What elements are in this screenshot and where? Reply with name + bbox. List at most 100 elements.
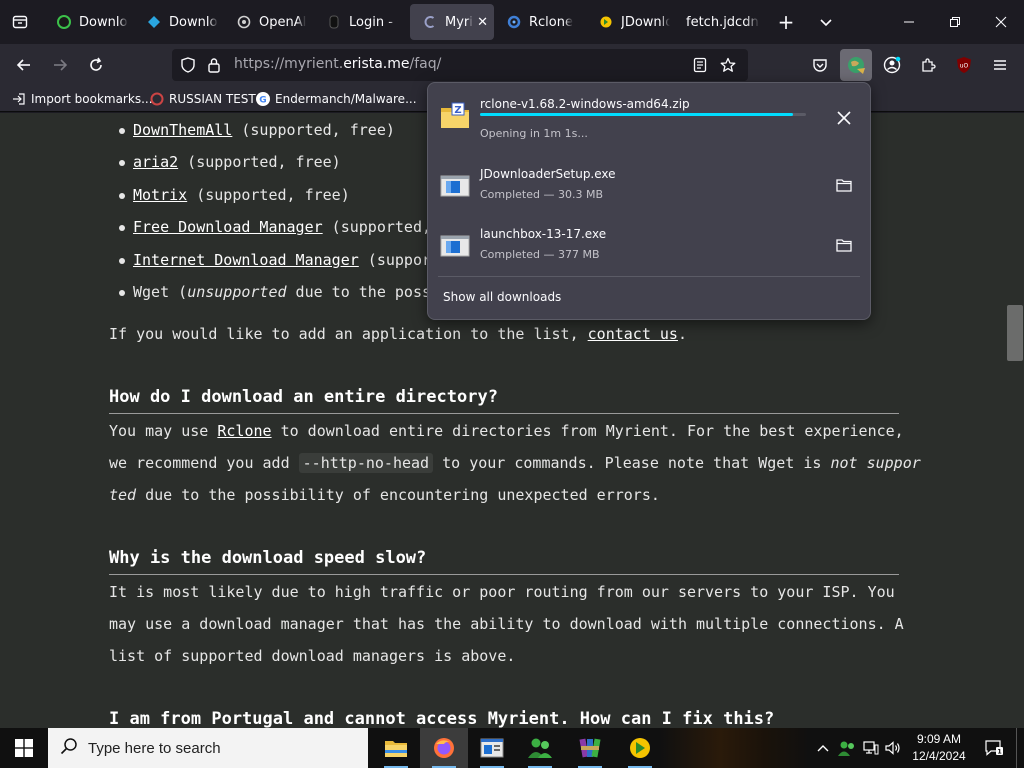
taskbar-app-window[interactable]: [468, 728, 516, 768]
scrollbar-thumb[interactable]: [1007, 305, 1023, 361]
panel-separator: [438, 276, 860, 277]
account-button[interactable]: [876, 49, 908, 81]
list-item-text: (supported, free): [232, 121, 395, 139]
back-button[interactable]: [8, 49, 40, 81]
link-free-download-manager[interactable]: Free Download Manager: [133, 218, 323, 236]
tab-title: Download: [169, 14, 218, 30]
ublock-origin-icon: uO: [957, 57, 971, 73]
bookmark-label: RUSSIAN TEST: [169, 92, 256, 106]
forward-button[interactable]: [44, 49, 76, 81]
network-status[interactable]: [860, 728, 882, 768]
download-progress-bar: [480, 113, 806, 116]
tab-title: OpenAI: [259, 14, 307, 30]
system-clock[interactable]: 9:09 AM 12/4/2024: [900, 731, 978, 765]
tab-title: Rclone: [529, 14, 573, 30]
action-center-button[interactable]: 1: [982, 728, 1006, 768]
plus-icon: +: [777, 10, 795, 34]
link-internet-download-manager[interactable]: Internet Download Manager: [133, 251, 359, 269]
search-placeholder: Type here to search: [88, 739, 221, 757]
ublock-origin-button[interactable]: uO: [948, 49, 980, 81]
restore-button[interactable]: [932, 0, 978, 44]
link-rclone[interactable]: Rclone: [217, 422, 271, 440]
show-desktop-button[interactable]: [1016, 728, 1024, 768]
list-item-text: (supported, free): [178, 153, 341, 171]
bookmark-endermanch-malware[interactable]: G Endermanch/Malware...: [256, 90, 417, 108]
taskbar-firefox[interactable]: [420, 728, 468, 768]
windows-taskbar: Type here to search 9:09 AM 12/4/2024 1: [0, 728, 1024, 768]
link-downthemall[interactable]: DownThemAll: [133, 121, 232, 139]
pocket-icon: [813, 59, 827, 72]
bookmark-star-icon[interactable]: [716, 53, 740, 77]
tab-fetch-jdcdn[interactable]: fetch.jdcdn.c: [676, 4, 766, 40]
hamburger-menu-icon: [994, 60, 1006, 70]
pocket-button[interactable]: [804, 49, 836, 81]
tab-title: Myrient: [445, 14, 473, 30]
download-item-jdownloader[interactable]: JDownloaderSetup.exe Completed — 30.3 MB: [428, 157, 870, 215]
heading-portugal: I am from Portugal and cannot access Myr…: [109, 709, 775, 728]
bullet: [119, 224, 125, 231]
downloads-button[interactable]: [840, 49, 872, 81]
paragraph-italic: ted: [109, 486, 137, 504]
bookmark-import[interactable]: Import bookmarks...: [12, 90, 153, 108]
taskbar-people-app[interactable]: [516, 728, 564, 768]
tab-myrient[interactable]: Myrient ✕: [410, 4, 494, 40]
reader-view-icon[interactable]: [688, 53, 712, 77]
tray-people-app[interactable]: [836, 728, 858, 768]
tracking-protection-shield-icon[interactable]: [176, 53, 200, 77]
link-motrix[interactable]: Motrix: [133, 186, 187, 204]
link-aria2[interactable]: aria2: [133, 153, 178, 171]
close-tab-icon[interactable]: ✕: [477, 15, 488, 30]
green-people-tray-icon: [838, 741, 854, 756]
tab-title: Download: [79, 14, 128, 30]
paragraph-line: we recommend you add --http-no-head to y…: [109, 453, 921, 473]
start-button[interactable]: [0, 728, 48, 768]
lock-icon[interactable]: [202, 53, 226, 77]
list-item-text: (suppor: [358, 251, 432, 269]
account-icon: [883, 56, 901, 74]
show-in-folder-button[interactable]: [832, 233, 856, 257]
tab-download-1[interactable]: Download: [44, 4, 134, 40]
tab-openai[interactable]: OpenAI: [224, 4, 314, 40]
bookmark-russian-test[interactable]: RUSSIAN TEST: [150, 90, 256, 108]
paragraph-text: to download entire directories from Myri…: [271, 422, 904, 440]
taskbar-search-box[interactable]: Type here to search: [48, 728, 368, 768]
download-filename: rclone-v1.68.2-windows-amd64.zip: [480, 97, 690, 111]
url-prefix: https://myrient.: [234, 56, 344, 72]
folder-icon: [836, 239, 852, 252]
link-contact-us[interactable]: contact us: [588, 325, 678, 343]
cancel-download-button[interactable]: [832, 106, 856, 130]
tab-download-2[interactable]: Download: [134, 4, 224, 40]
tab-jdownloader[interactable]: JDownload: [586, 4, 676, 40]
new-tab-button[interactable]: +: [772, 8, 800, 36]
bookmark-label: Import bookmarks...: [31, 92, 153, 106]
extensions-button[interactable]: [912, 49, 944, 81]
url-bar[interactable]: https://myrient.erista.me/faq/: [172, 49, 748, 81]
vertical-scrollbar[interactable]: [1006, 113, 1024, 728]
download-item-launchbox[interactable]: launchbox-13-17.exe Completed — 377 MB: [428, 217, 870, 275]
tab-login[interactable]: Login - C: [314, 4, 404, 40]
downloads-globe-icon: [848, 57, 865, 74]
list-all-tabs-button[interactable]: [812, 8, 840, 36]
close-window-button[interactable]: [978, 0, 1024, 44]
show-in-folder-button[interactable]: [832, 173, 856, 197]
url-text[interactable]: https://myrient.erista.me/faq/: [234, 56, 441, 72]
myrient-icon: [422, 14, 438, 30]
paragraph-line: You may use Rclone to download entire di…: [109, 422, 904, 440]
show-hidden-icons-button[interactable]: [812, 728, 834, 768]
menu-button[interactable]: [984, 49, 1016, 81]
paragraph-italic: not suppor: [830, 454, 921, 472]
url-domain: erista.me: [343, 56, 410, 72]
firefox-view-button[interactable]: [6, 8, 34, 36]
reload-button[interactable]: [80, 49, 112, 81]
paragraph-text: If you would like to add an application …: [109, 325, 588, 343]
tab-rclone[interactable]: Rclone: [494, 4, 586, 40]
github-icon: G: [256, 92, 270, 106]
show-all-downloads-button[interactable]: Show all downloads: [443, 290, 561, 304]
download-item-rclone[interactable]: Z rclone-v1.68.2-windows-amd64.zip Openi…: [428, 87, 870, 145]
add-app-paragraph: If you would like to add an application …: [109, 325, 687, 343]
minimize-button[interactable]: [886, 0, 932, 44]
taskbar-file-explorer[interactable]: [372, 728, 420, 768]
taskbar-winrar[interactable]: [566, 728, 614, 768]
taskbar-jdownloader[interactable]: [616, 728, 664, 768]
paragraph-line: list of supported download managers is a…: [109, 647, 516, 665]
